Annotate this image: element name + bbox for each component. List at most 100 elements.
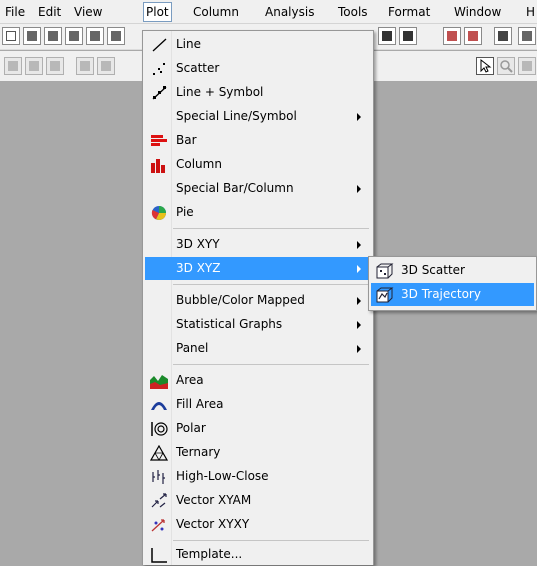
- menu-item-label: Polar: [176, 421, 206, 435]
- submenu-arrow-icon: [357, 185, 361, 193]
- area-chart-icon: [150, 375, 168, 389]
- submenu-arrow-icon: [357, 265, 361, 273]
- menu-item-bar[interactable]: Bar: [145, 129, 371, 152]
- menu-tools[interactable]: Tools: [338, 4, 368, 20]
- menu-separator: [173, 228, 369, 229]
- save-icon[interactable]: [378, 27, 396, 45]
- menu-item-3d-xyz[interactable]: 3D XYZ: [145, 257, 371, 280]
- high-low-close-icon: [152, 470, 165, 484]
- menu-separator: [173, 364, 369, 365]
- menu-analysis[interactable]: Analysis: [265, 4, 314, 20]
- 3d-trajectory-icon: [376, 287, 394, 303]
- scatter-icon: [153, 63, 165, 75]
- new-worksheet-icon[interactable]: [23, 27, 41, 45]
- menu-item-label: Column: [176, 157, 222, 171]
- menu-item-panel[interactable]: Panel: [145, 337, 371, 360]
- submenu-arrow-icon: [357, 113, 361, 121]
- menu-item-label: Statistical Graphs: [176, 317, 283, 331]
- menu-item-label: 3D XYY: [176, 237, 220, 251]
- menu-item-bubble-color-mapped[interactable]: Bubble/Color Mapped: [145, 289, 371, 312]
- menu-item-label: Vector XYAM: [176, 493, 252, 507]
- whole-page-icon[interactable]: [46, 57, 64, 75]
- menu-item-label: 3D Scatter: [401, 263, 465, 277]
- save-template-icon[interactable]: [399, 27, 417, 45]
- menu-item-special-bar-column[interactable]: Special Bar/Column: [145, 177, 371, 200]
- menu-item-3d-scatter[interactable]: 3D Scatter: [371, 259, 534, 282]
- menu-item-line-symbol[interactable]: Line + Symbol: [145, 81, 371, 104]
- menu-help[interactable]: H: [526, 4, 535, 20]
- zoom-in-icon[interactable]: [4, 57, 22, 75]
- menu-item-high-low-close[interactable]: High-Low-Close: [145, 465, 371, 488]
- menu-item-label: Special Line/Symbol: [176, 109, 297, 123]
- layer-icon[interactable]: [97, 57, 115, 75]
- menu-item-label: Fill Area: [176, 397, 224, 411]
- menu-item-vector-xyxy[interactable]: Vector XYXY: [145, 513, 371, 536]
- pointer-tool-icon[interactable]: [476, 57, 494, 75]
- zoom-out-icon[interactable]: [25, 57, 43, 75]
- menu-item-label: Pie: [176, 205, 194, 219]
- menu-view[interactable]: View: [74, 4, 102, 20]
- 3d-xyz-submenu: 3D Scatter 3D Trajectory: [368, 256, 537, 311]
- menu-edit[interactable]: Edit: [38, 4, 61, 20]
- menu-separator: [173, 284, 369, 285]
- menu-item-area[interactable]: Area: [145, 369, 371, 392]
- menu-bar: File Edit View Plot Column Analysis Tool…: [0, 0, 537, 24]
- submenu-arrow-icon: [357, 297, 361, 305]
- rescale-icon[interactable]: [76, 57, 94, 75]
- menu-item-vector-xyam[interactable]: Vector XYAM: [145, 489, 371, 512]
- menu-item-label: Special Bar/Column: [176, 181, 294, 195]
- menu-item-label: Template...: [176, 547, 243, 561]
- menu-item-pie[interactable]: Pie: [145, 201, 371, 224]
- menu-item-label: Bar: [176, 133, 197, 147]
- menu-window[interactable]: Window: [454, 4, 501, 20]
- ternary-icon: [150, 445, 168, 461]
- 3d-scatter-icon: [376, 263, 394, 279]
- submenu-arrow-icon: [357, 241, 361, 249]
- menu-separator: [173, 540, 369, 541]
- column-chart-icon: [151, 159, 165, 173]
- menu-item-label: Scatter: [176, 61, 220, 75]
- menu-item-scatter[interactable]: Scatter: [145, 57, 371, 80]
- print-icon[interactable]: [494, 27, 512, 45]
- pie-chart-icon: [151, 206, 166, 220]
- menu-item-3d-xyy[interactable]: 3D XYY: [145, 233, 371, 256]
- menu-item-template[interactable]: Template...: [145, 543, 371, 566]
- menu-format[interactable]: Format: [388, 4, 430, 20]
- menu-item-label: Panel: [176, 341, 209, 355]
- import-ascii-icon[interactable]: [443, 27, 461, 45]
- menu-item-label: Ternary: [176, 445, 221, 459]
- refresh-icon[interactable]: [518, 27, 536, 45]
- fill-area-icon: [151, 402, 167, 410]
- menu-item-special-line-symbol[interactable]: Special Line/Symbol: [145, 105, 371, 128]
- menu-item-ternary[interactable]: Ternary: [145, 441, 371, 464]
- menu-plot[interactable]: Plot: [143, 2, 172, 22]
- menu-item-column[interactable]: Column: [145, 153, 371, 176]
- polar-icon: [151, 422, 168, 436]
- menu-item-label: Bubble/Color Mapped: [176, 293, 305, 307]
- new-matrix-icon[interactable]: [107, 27, 125, 45]
- menu-item-polar[interactable]: Polar: [145, 417, 371, 440]
- menu-item-label: Line + Symbol: [176, 85, 264, 99]
- line-icon: [152, 38, 167, 52]
- menu-item-3d-trajectory[interactable]: 3D Trajectory: [371, 283, 534, 306]
- screen-reader-icon[interactable]: [518, 57, 536, 75]
- menu-item-label: High-Low-Close: [176, 469, 269, 483]
- vector-xyxy-icon: [151, 519, 165, 532]
- menu-file[interactable]: File: [5, 4, 25, 20]
- import-multiple-ascii-icon[interactable]: [464, 27, 482, 45]
- menu-item-statistical-graphs[interactable]: Statistical Graphs: [145, 313, 371, 336]
- menu-item-fill-area[interactable]: Fill Area: [145, 393, 371, 416]
- plot-menu: Line Scatter Line + Symbol Special Line/…: [142, 30, 374, 565]
- new-excel-icon[interactable]: [44, 27, 62, 45]
- menu-item-label: 3D XYZ: [176, 261, 221, 275]
- menu-column[interactable]: Column: [193, 4, 239, 20]
- menu-item-line[interactable]: Line: [145, 33, 371, 56]
- new-project-icon[interactable]: [2, 27, 20, 45]
- new-function-icon[interactable]: [86, 27, 104, 45]
- zoom-tool-icon[interactable]: [497, 57, 515, 75]
- menu-item-label: 3D Trajectory: [401, 287, 481, 301]
- template-icon: [151, 548, 167, 563]
- menu-item-label: Vector XYXY: [176, 517, 250, 531]
- new-graph-icon[interactable]: [65, 27, 83, 45]
- submenu-arrow-icon: [357, 321, 361, 329]
